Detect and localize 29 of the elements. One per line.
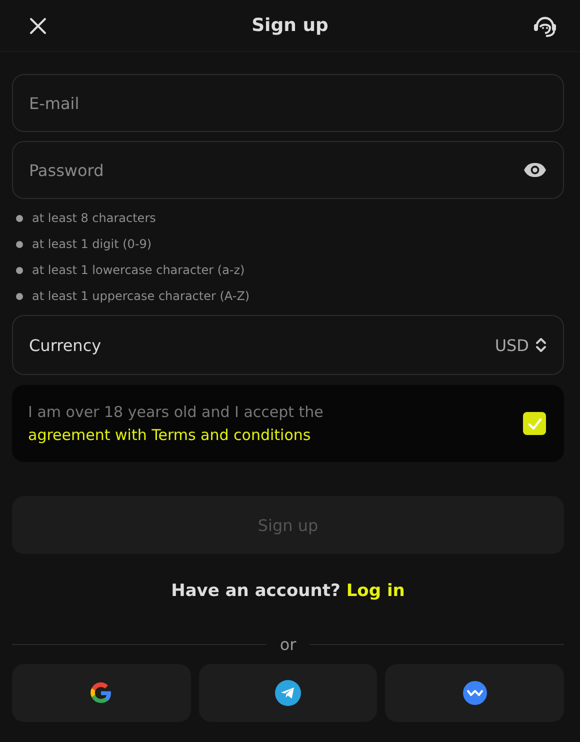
check-icon xyxy=(528,418,542,430)
social-login-button[interactable] xyxy=(12,664,191,722)
close-button[interactable] xyxy=(28,16,48,36)
bullet-icon xyxy=(16,240,23,248)
google-icon xyxy=(89,681,114,705)
close-icon xyxy=(28,16,48,36)
bullet-icon xyxy=(16,266,23,274)
paper-plane-icon xyxy=(274,680,301,706)
social-login-button[interactable] xyxy=(198,664,378,722)
account-prompt: Have an account? xyxy=(171,581,340,601)
password-rule: at least 1 digit (0-9) xyxy=(32,237,152,251)
password-rule: at least 1 lowercase character (a-z) xyxy=(32,263,245,277)
terms-link[interactable]: agreement with Terms and conditions xyxy=(28,424,311,446)
page-title: Sign up xyxy=(252,15,328,36)
terms-text: I am over 18 years old and I accept the agreement with Terms and conditions xyxy=(28,400,501,446)
chevron-updown-icon xyxy=(535,336,547,354)
log-in-link[interactable]: Log in xyxy=(346,581,405,601)
eye-icon[interactable] xyxy=(523,162,547,178)
wave-icon xyxy=(462,681,487,705)
email-field[interactable]: E-mail xyxy=(12,74,564,132)
currency-select[interactable]: Currency USD xyxy=(12,315,564,375)
social-login-button[interactable] xyxy=(385,664,564,722)
divider-label: or xyxy=(280,635,296,654)
password-field[interactable]: Password xyxy=(12,141,564,199)
password-rule: at least 8 characters xyxy=(32,211,156,225)
bullet-icon xyxy=(16,292,23,300)
password-rule: at least 1 uppercase character (A-Z) xyxy=(32,289,250,303)
terms-checkbox[interactable] xyxy=(523,412,546,435)
bullet-icon xyxy=(16,214,23,222)
